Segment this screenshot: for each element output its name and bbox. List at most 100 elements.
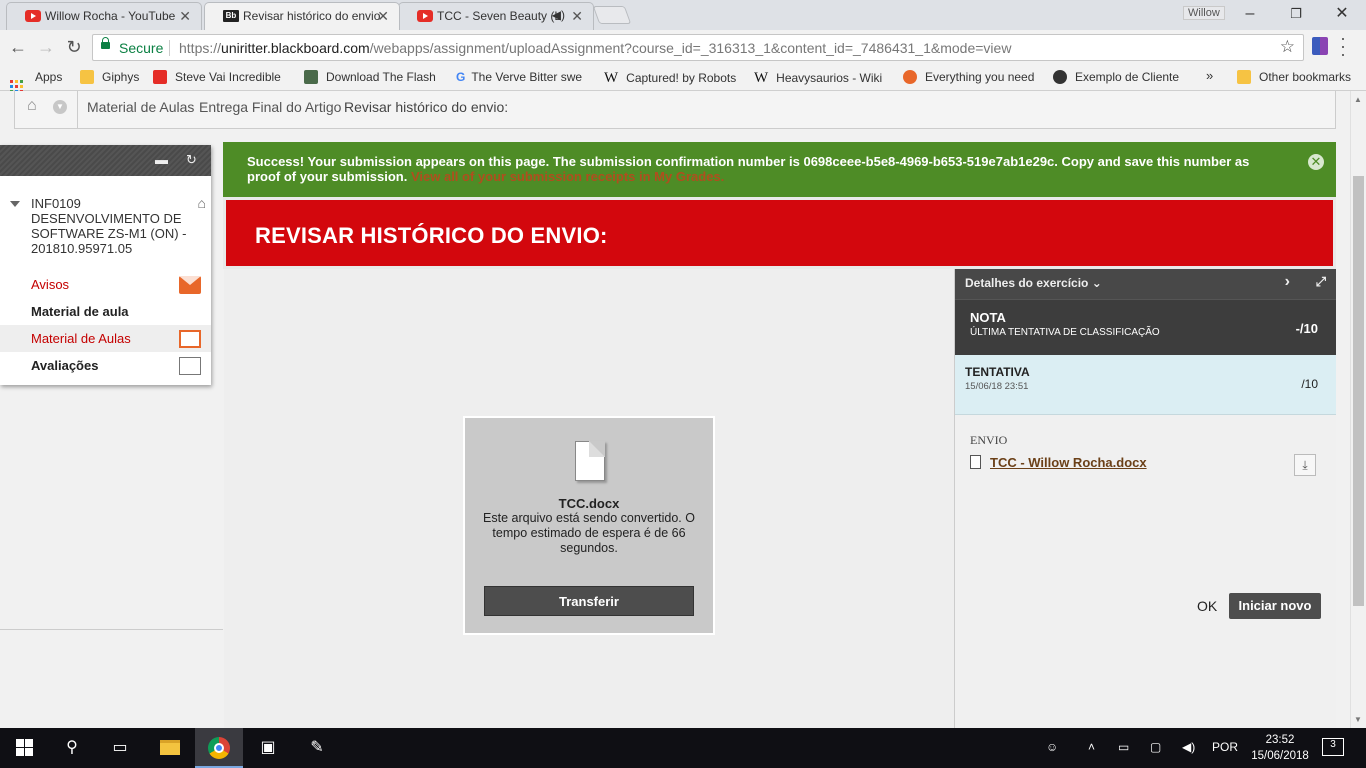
document-icon xyxy=(575,441,605,481)
other-bookmarks[interactable]: Other bookmarks xyxy=(1237,70,1351,84)
menu-dots-icon[interactable]: · · · xyxy=(1340,29,1346,63)
chevron-right-icon[interactable]: › xyxy=(1285,273,1290,291)
submission-file: TCC - Willow Rocha.docx xyxy=(970,455,1147,470)
close-tab-icon[interactable]: ✕ xyxy=(179,8,191,25)
bookmarks-bar: Apps Giphys Steve Vai Incredible Downloa… xyxy=(0,64,1366,93)
scrollbar-thumb[interactable] xyxy=(1353,176,1364,606)
url-text[interactable]: https://uniritter.blackboard.com/webapps… xyxy=(179,40,1011,56)
tab-title: Revisar histórico do envio xyxy=(243,9,381,23)
file-viewer: TCC.docx Este arquivo está sendo convert… xyxy=(224,269,954,728)
folder-icon xyxy=(1237,70,1251,84)
close-icon[interactable]: ✕ xyxy=(1308,154,1324,170)
breadcrumb-link[interactable]: Material de Aulas xyxy=(87,99,194,115)
envelope-icon xyxy=(179,276,201,294)
tab-youtube[interactable]: Willow Rocha - YouTube ✕ xyxy=(6,2,202,30)
battery-icon[interactable]: ▭ xyxy=(1118,740,1129,754)
new-tab-button[interactable] xyxy=(592,6,632,24)
refresh-icon[interactable]: ↻ xyxy=(186,152,197,168)
network-icon[interactable]: ▢ xyxy=(1150,740,1161,754)
scroll-down-icon[interactable]: ▼ xyxy=(1354,715,1362,724)
grade-subtitle: ÚLTIMA TENTATIVA DE CLASSIFICAÇÃO xyxy=(970,327,1160,338)
success-banner: Success! Your submission appears on this… xyxy=(223,142,1336,198)
tab-tcc[interactable]: TCC - Seven Beauty (L ◀) ✕ xyxy=(398,2,594,30)
breadcrumb-link[interactable]: Entrega Final do Artigo xyxy=(199,99,341,115)
menu-item-material-de-aulas[interactable]: Material de Aulas xyxy=(0,325,211,352)
bookmark-item[interactable]: W Heavysaurios - Wiki xyxy=(754,70,882,87)
people-icon[interactable]: ☺ xyxy=(1046,740,1058,754)
page-content: ⌂ ▼ Material de Aulas Entrega Final do A… xyxy=(0,91,1350,728)
chevron-up-icon[interactable]: ˄ xyxy=(1088,740,1095,754)
speaker-icon[interactable]: ◀) xyxy=(552,8,565,22)
wikipedia-icon: W xyxy=(754,70,769,86)
page-scrollbar[interactable]: ▲ ▼ xyxy=(1350,91,1366,728)
attempt-row[interactable]: TENTATIVA 15/06/18 23:51 /10 xyxy=(955,355,1336,415)
photos-app-icon[interactable]: ▣ xyxy=(244,728,292,768)
close-tab-icon[interactable]: ✕ xyxy=(571,8,583,25)
bookmark-item[interactable]: Everything you need xyxy=(903,70,1034,84)
collapse-triangle-icon[interactable] xyxy=(10,201,20,207)
file-explorer-icon[interactable] xyxy=(146,728,194,768)
task-view-icon[interactable]: ▭ xyxy=(96,728,144,768)
start-button[interactable] xyxy=(0,728,48,768)
scroll-up-icon[interactable]: ▲ xyxy=(1354,95,1362,104)
start-new-button[interactable]: Iniciar novo xyxy=(1229,593,1321,619)
chevron-down-icon[interactable]: ▼ xyxy=(53,100,67,114)
home-icon[interactable]: ⌂ xyxy=(27,97,37,115)
ok-button[interactable]: OK xyxy=(1197,598,1217,614)
bookmark-item[interactable]: W Captured! by Robots xyxy=(604,70,736,87)
close-tab-icon[interactable]: ✕ xyxy=(377,8,389,25)
download-icon[interactable]: ⤓ xyxy=(1294,454,1316,476)
bookmark-apps[interactable]: Apps xyxy=(10,70,62,93)
paint-app-icon[interactable]: ✎ xyxy=(293,728,341,768)
reload-icon[interactable]: ↻ xyxy=(62,35,86,59)
close-window-button[interactable]: ✕ xyxy=(1320,2,1364,26)
bookmark-item[interactable]: Exemplo de Cliente xyxy=(1053,70,1179,84)
back-arrow-icon[interactable]: ← xyxy=(6,35,30,59)
forward-arrow-icon[interactable]: → xyxy=(34,35,58,59)
lock-icon xyxy=(101,37,110,49)
menu-item-avisos[interactable]: Avisos xyxy=(0,271,211,298)
volume-icon[interactable]: ◀) xyxy=(1182,740,1195,754)
attempt-date: 15/06/18 23:51 xyxy=(965,381,1029,392)
windows-logo-icon xyxy=(15,739,33,757)
flash-icon xyxy=(304,70,318,84)
bookmarks-overflow-button[interactable]: » xyxy=(1206,68,1213,83)
divider xyxy=(0,629,223,630)
tab-blackboard[interactable]: Bb Revisar histórico do envio ✕ xyxy=(204,2,400,30)
grade-summary: NOTA ÚLTIMA TENTATIVA DE CLASSIFICAÇÃO -… xyxy=(955,299,1336,355)
profile-button[interactable]: Willow xyxy=(1183,6,1225,20)
course-menu-toolbar: ▬ ↻ xyxy=(0,145,211,176)
details-header[interactable]: Detalhes do exercício ⌄ › ⤢ xyxy=(955,269,1336,299)
menu-heading-material-de-aula: Material de aula xyxy=(0,298,211,325)
blackboard-icon: Bb xyxy=(223,10,239,22)
youtube-icon xyxy=(153,70,167,84)
chevron-down-icon: ⌄ xyxy=(1091,276,1102,290)
restore-button[interactable]: ❐ xyxy=(1274,2,1318,26)
youtube-icon xyxy=(417,10,433,22)
bookmark-item[interactable]: G The Verve Bitter swe xyxy=(456,70,582,84)
file-card: TCC.docx Este arquivo está sendo convert… xyxy=(463,416,715,635)
bookmark-item[interactable]: Download The Flash xyxy=(304,70,436,84)
extension-icon[interactable] xyxy=(1312,37,1328,55)
search-icon[interactable]: ⚲ xyxy=(48,728,96,768)
folder-view-icon[interactable]: ▬ xyxy=(155,152,168,167)
home-icon[interactable]: ⌂ xyxy=(198,196,206,211)
grade-title: NOTA xyxy=(970,310,1006,325)
avatar-icon xyxy=(1053,70,1067,84)
submission-file-link[interactable]: TCC - Willow Rocha.docx xyxy=(990,455,1147,470)
clock[interactable]: 23:52 15/06/2018 xyxy=(1250,732,1310,764)
address-bar[interactable]: Secure https://uniritter.blackboard.com/… xyxy=(92,34,1304,61)
notifications-icon[interactable]: 3 xyxy=(1322,738,1344,756)
minimize-button[interactable]: – xyxy=(1228,2,1272,26)
bookmark-item[interactable]: Steve Vai Incredible xyxy=(153,70,281,84)
chrome-icon[interactable] xyxy=(195,728,243,768)
tab-title: Willow Rocha - YouTube xyxy=(45,9,176,23)
transfer-button[interactable]: Transferir xyxy=(484,586,694,616)
bookmark-item[interactable]: Giphys xyxy=(80,70,139,84)
secure-label: Secure xyxy=(119,40,164,56)
language-indicator[interactable]: POR xyxy=(1212,740,1238,754)
bookmark-star-icon[interactable]: ☆ xyxy=(1280,37,1295,57)
expand-icon[interactable]: ⤢ xyxy=(1316,274,1326,290)
receipts-link[interactable]: View all of your submission receipts in … xyxy=(411,169,724,184)
tab-title: TCC - Seven Beauty (L xyxy=(437,9,562,23)
